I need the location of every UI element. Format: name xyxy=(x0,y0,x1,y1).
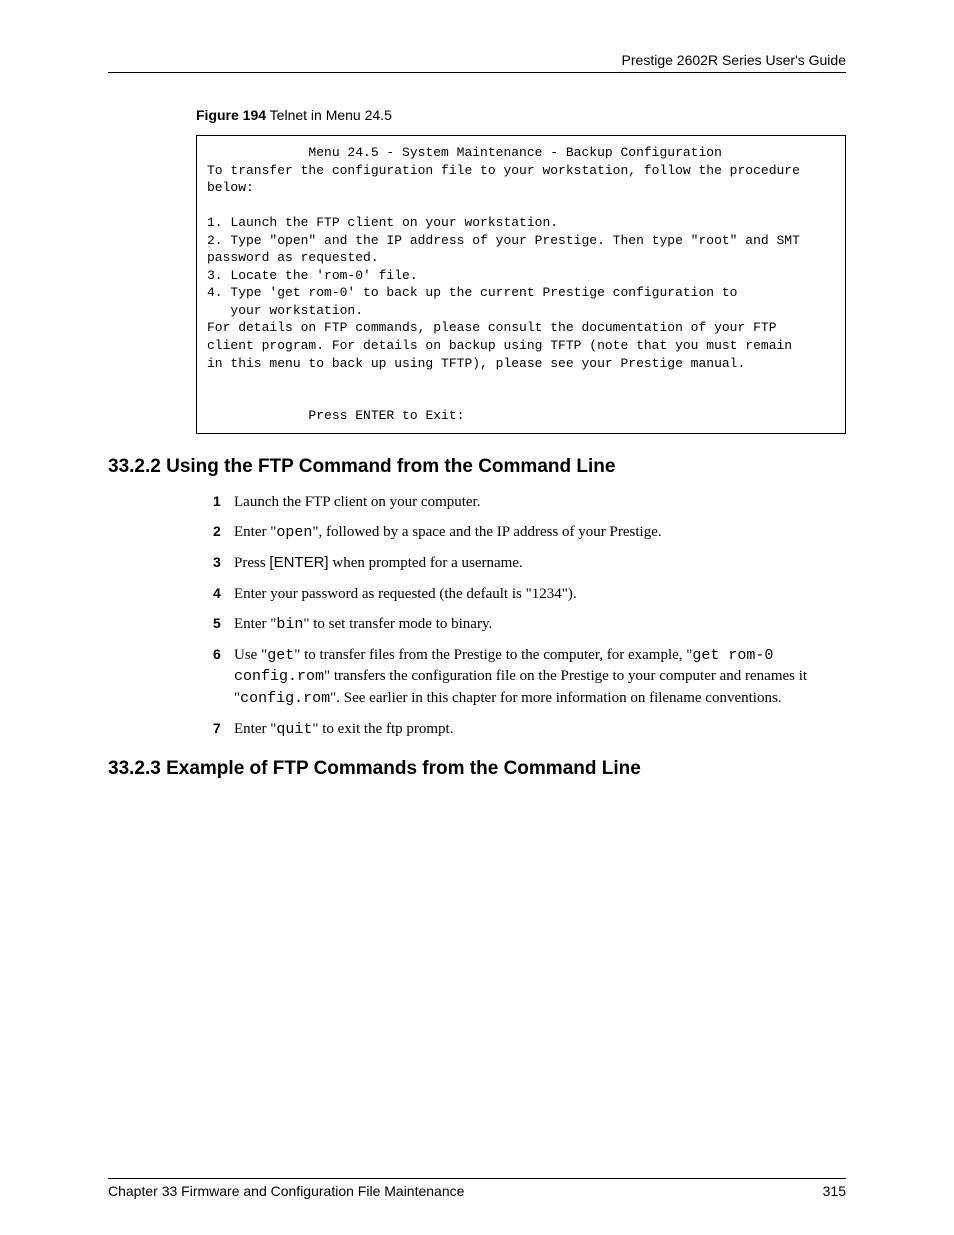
figure-caption: Telnet in Menu 24.5 xyxy=(266,107,392,123)
list-item-text: " to exit the ftp prompt. xyxy=(312,721,453,737)
list-item-text: bin xyxy=(276,616,303,633)
list-item-number: 1 xyxy=(213,492,221,511)
list-item-number: 4 xyxy=(213,584,221,603)
figure-number: Figure 194 xyxy=(196,107,266,123)
figure-label: Figure 194 Telnet in Menu 24.5 xyxy=(196,107,846,123)
header-guide-title: Prestige 2602R Series User's Guide xyxy=(622,52,846,68)
list-item-text: Use " xyxy=(234,647,267,663)
list-item-text: get xyxy=(267,647,294,664)
list-item-text: open xyxy=(276,524,312,541)
list-item-text: Enter " xyxy=(234,616,276,632)
footer-chapter: Chapter 33 Firmware and Configuration Fi… xyxy=(108,1183,464,1199)
list-item-text: " to set transfer mode to binary. xyxy=(303,616,492,632)
list-item: 7 Enter "quit" to exit the ftp prompt. xyxy=(216,719,846,740)
header-divider xyxy=(108,72,846,73)
section-heading-33-2-3: 33.2.3 Example of FTP Commands from the … xyxy=(108,758,846,780)
list-item-text: Enter " xyxy=(234,524,276,540)
list-item: 2 Enter "open", followed by a space and t… xyxy=(216,522,846,543)
list-item-number: 6 xyxy=(213,645,221,664)
list-item-text: config.rom xyxy=(240,690,330,707)
list-item: 4 Enter your password as requested (the d… xyxy=(216,584,846,604)
list-item: 5 Enter "bin" to set transfer mode to bin… xyxy=(216,614,846,635)
list-item-number: 3 xyxy=(213,553,221,572)
telnet-menu-box: Menu 24.5 - System Maintenance - Backup … xyxy=(196,135,846,434)
list-item-text: Press xyxy=(234,555,269,571)
list-item: 6 Use "get" to transfer files from the Pr… xyxy=(216,645,846,709)
list-item-text: " to transfer files from the Prestige to… xyxy=(294,647,692,663)
list-item-number: 7 xyxy=(213,719,221,738)
page-content: Figure 194 Telnet in Menu 24.5 Menu 24.5… xyxy=(108,107,846,780)
list-item-text: quit xyxy=(276,721,312,738)
ftp-steps-list: 1 Launch the FTP client on your computer.… xyxy=(216,492,846,740)
footer-page-number: 315 xyxy=(823,1183,846,1199)
list-item-text: ", followed by a space and the IP addres… xyxy=(312,524,661,540)
list-item-number: 2 xyxy=(213,522,221,541)
list-item-text: ". See earlier in this chapter for more … xyxy=(330,690,781,706)
list-item-text: Enter your password as requested (the de… xyxy=(234,586,577,602)
list-item-text: Enter " xyxy=(234,721,276,737)
section-heading-33-2-2: 33.2.2 Using the FTP Command from the Co… xyxy=(108,456,846,478)
list-item: 1 Launch the FTP client on your computer. xyxy=(216,492,846,512)
list-item: 3 Press [ENTER] when prompted for a usern… xyxy=(216,553,846,573)
list-item-number: 5 xyxy=(213,614,221,633)
list-item-text: when prompted for a username. xyxy=(329,555,523,571)
list-item-text: Launch the FTP client on your computer. xyxy=(234,494,480,510)
list-item-text: [ENTER] xyxy=(269,554,328,571)
footer-divider xyxy=(108,1178,846,1179)
